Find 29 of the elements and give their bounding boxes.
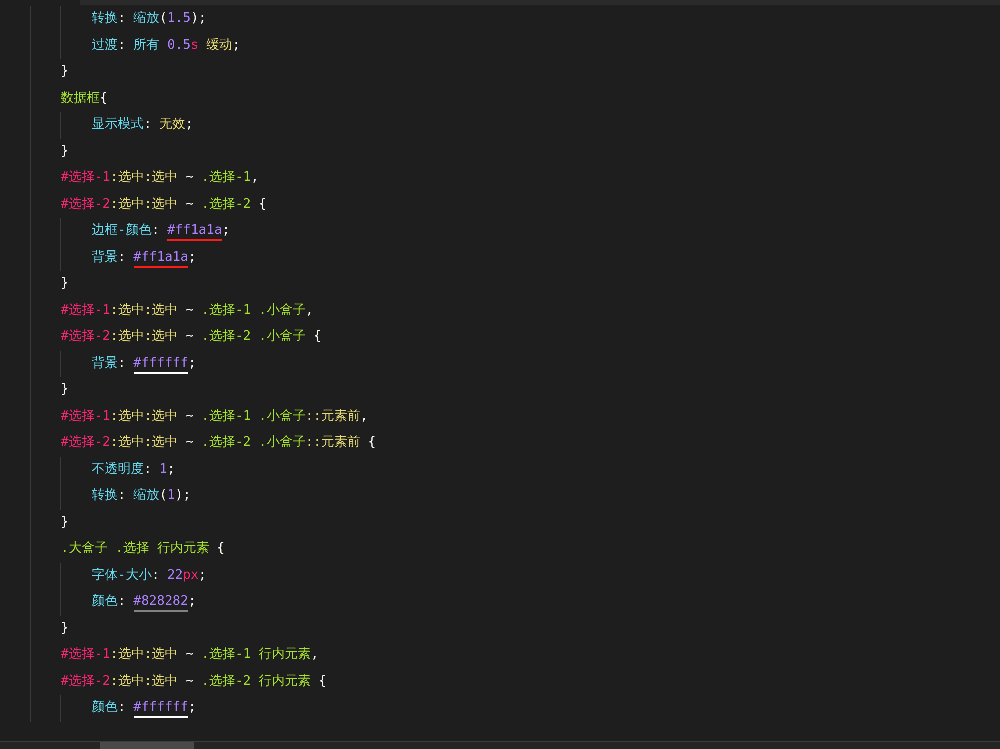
horizontal-scrollbar[interactable]	[0, 741, 1000, 749]
code-line: #选择-2:选中:选中 ~ .选择-2 行内元素 {	[30, 668, 327, 695]
scrollbar-thumb[interactable]	[100, 742, 194, 749]
code-line: 数据框{	[30, 86, 108, 112]
code-line: 颜色: #828282;	[30, 589, 196, 616]
code-line: #选择-2:选中:选中 ~ .选择-2 .小盒子 {	[30, 324, 322, 350]
code-line: 背景: #ff1a1a;	[30, 244, 196, 271]
code-line: 颜色: #ffffff;	[30, 695, 196, 722]
code-line: #选择-1:选中:选中 ~ .选择-1,	[30, 165, 259, 192]
code-line: }	[30, 271, 69, 298]
code-line: #选择-1:选中:选中 ~ .选择-1 .小盒子::元素前,	[30, 404, 368, 430]
code-line: 转换: 缩放(1);	[30, 483, 191, 510]
code-line: }	[30, 510, 69, 536]
code-line: 过渡: 所有 0.5s 缓动;	[30, 32, 240, 59]
code-line: }	[30, 616, 69, 642]
code-line: }	[30, 59, 69, 86]
code-line: #选择-1:选中:选中 ~ .选择-1 .小盒子,	[30, 298, 314, 324]
code-line: 字体-大小: 22px;	[30, 562, 207, 589]
code-line: 背景: #ffffff;	[30, 350, 196, 377]
code-line: }	[30, 377, 69, 404]
code-line: 不透明度: 1;	[30, 456, 176, 483]
code-line: .大盒子 .选择 行内元素 {	[30, 536, 225, 562]
code-line: 边框-颜色: #ff1a1a;	[30, 218, 230, 244]
code-line: #选择-2:选中:选中 ~ .选择-2 {	[30, 192, 267, 218]
code-line: 显示模式: 无效;	[30, 112, 194, 138]
code-line: }	[30, 138, 69, 165]
code-line: #选择-1:选中:选中 ~ .选择-1 行内元素,	[30, 642, 319, 668]
code-line: #选择-2:选中:选中 ~ .选择-2 .小盒子::元素前 {	[30, 430, 376, 456]
code-line: 转换: 缩放(1.5);	[30, 6, 207, 32]
